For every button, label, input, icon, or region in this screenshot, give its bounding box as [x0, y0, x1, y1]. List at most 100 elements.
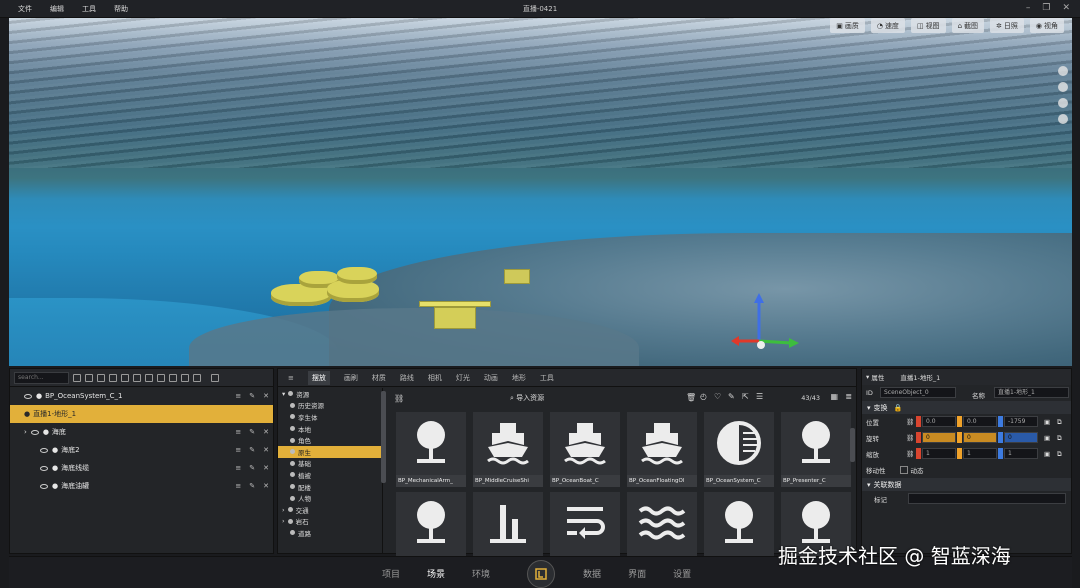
- asset-tile[interactable]: BP_MiddleCruiseShi: [473, 412, 543, 487]
- grid-view-icon[interactable]: ▦: [830, 392, 838, 401]
- sort-icon[interactable]: ≡: [235, 392, 241, 400]
- edit-icon[interactable]: ✎: [249, 446, 255, 454]
- paste-icon[interactable]: [169, 373, 177, 382]
- copy-icon[interactable]: ⧉: [1057, 418, 1062, 427]
- outliner-item[interactable]: ● 海底线缆 ≡ ✎ ✕: [10, 459, 273, 477]
- category-item[interactable]: › 岩石: [278, 516, 382, 528]
- copy-icon[interactable]: ⧉: [1057, 450, 1062, 459]
- cube-icon[interactable]: [1058, 114, 1068, 124]
- sort-icon[interactable]: ≡: [235, 446, 241, 454]
- position-x-field[interactable]: 0.0: [922, 416, 956, 427]
- category-item[interactable]: › 交通: [278, 504, 382, 516]
- export-icon[interactable]: ⇱: [742, 392, 749, 401]
- collapse-arrow-icon[interactable]: ▾: [282, 390, 285, 398]
- bottom-tab[interactable]: 数据: [583, 567, 601, 580]
- position-y-field[interactable]: 0.0: [963, 416, 997, 427]
- edit-icon[interactable]: [181, 373, 189, 382]
- filter-icon[interactable]: ⛓: [394, 394, 404, 403]
- list-view-icon[interactable]: ≣: [845, 392, 852, 401]
- expand-arrow-icon[interactable]: ›: [282, 517, 285, 525]
- reset-icon[interactable]: ▣: [1044, 418, 1050, 426]
- asset-tab[interactable]: 路线: [400, 373, 414, 383]
- category-item[interactable]: 基础: [278, 458, 382, 470]
- minimize-icon[interactable]: –: [1026, 3, 1031, 13]
- asset-tile[interactable]: BP_OceanBoat_C: [550, 412, 620, 487]
- maximize-icon[interactable]: ❐: [1042, 3, 1050, 13]
- square-icon[interactable]: [157, 373, 165, 382]
- name-field[interactable]: 直播1-地形_1: [994, 387, 1069, 398]
- sort-icon[interactable]: ≡: [235, 482, 241, 490]
- category-item[interactable]: ▾ 资源: [278, 388, 382, 400]
- grid-icon[interactable]: [1058, 66, 1068, 76]
- edit-icon[interactable]: ✎: [249, 392, 255, 400]
- id-field[interactable]: SceneObject_0: [880, 387, 956, 398]
- rotation-x-field[interactable]: 0: [922, 432, 956, 443]
- asset-tab[interactable]: 画刷: [344, 373, 358, 383]
- app-logo-icon[interactable]: [527, 560, 555, 588]
- sort-icon[interactable]: ☰: [756, 392, 763, 401]
- category-item[interactable]: 植被: [278, 469, 382, 481]
- list-icon[interactable]: [193, 373, 201, 382]
- rotation-y-field[interactable]: 0: [963, 432, 997, 443]
- film-icon[interactable]: [121, 373, 129, 382]
- scene-viewport[interactable]: ▣ 画质 ◔ 速度 ◫ 视图 ⌂ 截图 ✲ 日照 ◉ 视角: [9, 18, 1072, 366]
- asset-tab[interactable]: 动画: [484, 373, 498, 383]
- view-button[interactable]: ◫ 视图: [910, 18, 946, 33]
- outliner-item[interactable]: ● 直播1-地形_1: [10, 405, 273, 423]
- edit-icon[interactable]: ✎: [249, 464, 255, 472]
- category-scrollbar[interactable]: [381, 391, 386, 483]
- asset-tab[interactable]: 工具: [540, 373, 554, 383]
- asset-tile[interactable]: BP_OceanFloatingOl: [627, 412, 697, 487]
- outliner-item[interactable]: ● BP_OceanSystem_C_1 ≡ ✎ ✕: [10, 387, 273, 405]
- asset-tab[interactable]: 灯光: [456, 373, 470, 383]
- folder-icon[interactable]: [97, 373, 105, 382]
- link-icon[interactable]: ⛓: [906, 434, 914, 442]
- category-item[interactable]: 人物: [278, 492, 382, 504]
- close-icon[interactable]: ✕: [1062, 3, 1070, 13]
- speed-button[interactable]: ◔ 速度: [870, 18, 905, 33]
- export-icon[interactable]: [211, 373, 219, 382]
- camera-icon[interactable]: [109, 373, 117, 382]
- import-assets-button[interactable]: ⌕ 导入资源: [510, 393, 544, 403]
- seafloor-platform-body[interactable]: [434, 307, 476, 329]
- related-data-section[interactable]: ▾ 关联数据: [862, 478, 1071, 491]
- asset-tab[interactable]: 地形: [512, 373, 526, 383]
- lock-icon[interactable]: 🔒: [894, 404, 903, 412]
- link-icon[interactable]: ⛓: [906, 418, 914, 426]
- close-icon[interactable]: ✕: [263, 464, 269, 472]
- camera-view-button[interactable]: ◉ 视角: [1029, 18, 1064, 33]
- asset-tab[interactable]: 摆放: [307, 370, 330, 385]
- category-item[interactable]: 道路: [278, 527, 382, 539]
- close-icon[interactable]: ✕: [263, 428, 269, 436]
- outliner-search-input[interactable]: search...: [14, 371, 69, 384]
- asset-tab[interactable]: 相机: [428, 373, 442, 383]
- transform-gizmo-icon[interactable]: [731, 293, 801, 353]
- outliner-item[interactable]: › ● 海底 ≡ ✎ ✕: [10, 423, 273, 441]
- asset-tile[interactable]: BP_Presenter_C: [781, 412, 851, 487]
- scale-x-field[interactable]: 1: [922, 448, 956, 459]
- close-icon[interactable]: ✕: [263, 446, 269, 454]
- move-icon[interactable]: [133, 373, 141, 382]
- sort-icon[interactable]: ≡: [235, 428, 241, 436]
- snap-icon[interactable]: [1058, 98, 1068, 108]
- expand-arrow-icon[interactable]: ›: [282, 506, 285, 514]
- sort-icon[interactable]: ≡: [235, 464, 241, 472]
- close-icon[interactable]: ✕: [263, 482, 269, 490]
- scene-object-pad[interactable]: [337, 267, 377, 284]
- mobility-checkbox[interactable]: [899, 466, 908, 474]
- history-icon[interactable]: ◴: [700, 392, 707, 401]
- visibility-eye-icon[interactable]: [30, 429, 39, 435]
- copy-icon[interactable]: [145, 373, 153, 382]
- rotation-z-field[interactable]: 0: [1004, 432, 1038, 443]
- scale-y-field[interactable]: 1: [963, 448, 997, 459]
- tag-field[interactable]: [908, 493, 1066, 504]
- reset-icon[interactable]: ▣: [1044, 450, 1050, 458]
- seafloor-platform-far[interactable]: [504, 269, 530, 284]
- bottom-tab[interactable]: 界面: [628, 567, 646, 580]
- expand-arrow-icon[interactable]: ›: [24, 428, 27, 436]
- category-item[interactable]: 配楼: [278, 481, 382, 493]
- scale-z-field[interactable]: 1: [1004, 448, 1038, 459]
- globe-icon[interactable]: [1058, 82, 1068, 92]
- category-item[interactable]: 原生: [278, 445, 382, 458]
- outliner-item[interactable]: ● 海底2 ≡ ✎ ✕: [10, 441, 273, 459]
